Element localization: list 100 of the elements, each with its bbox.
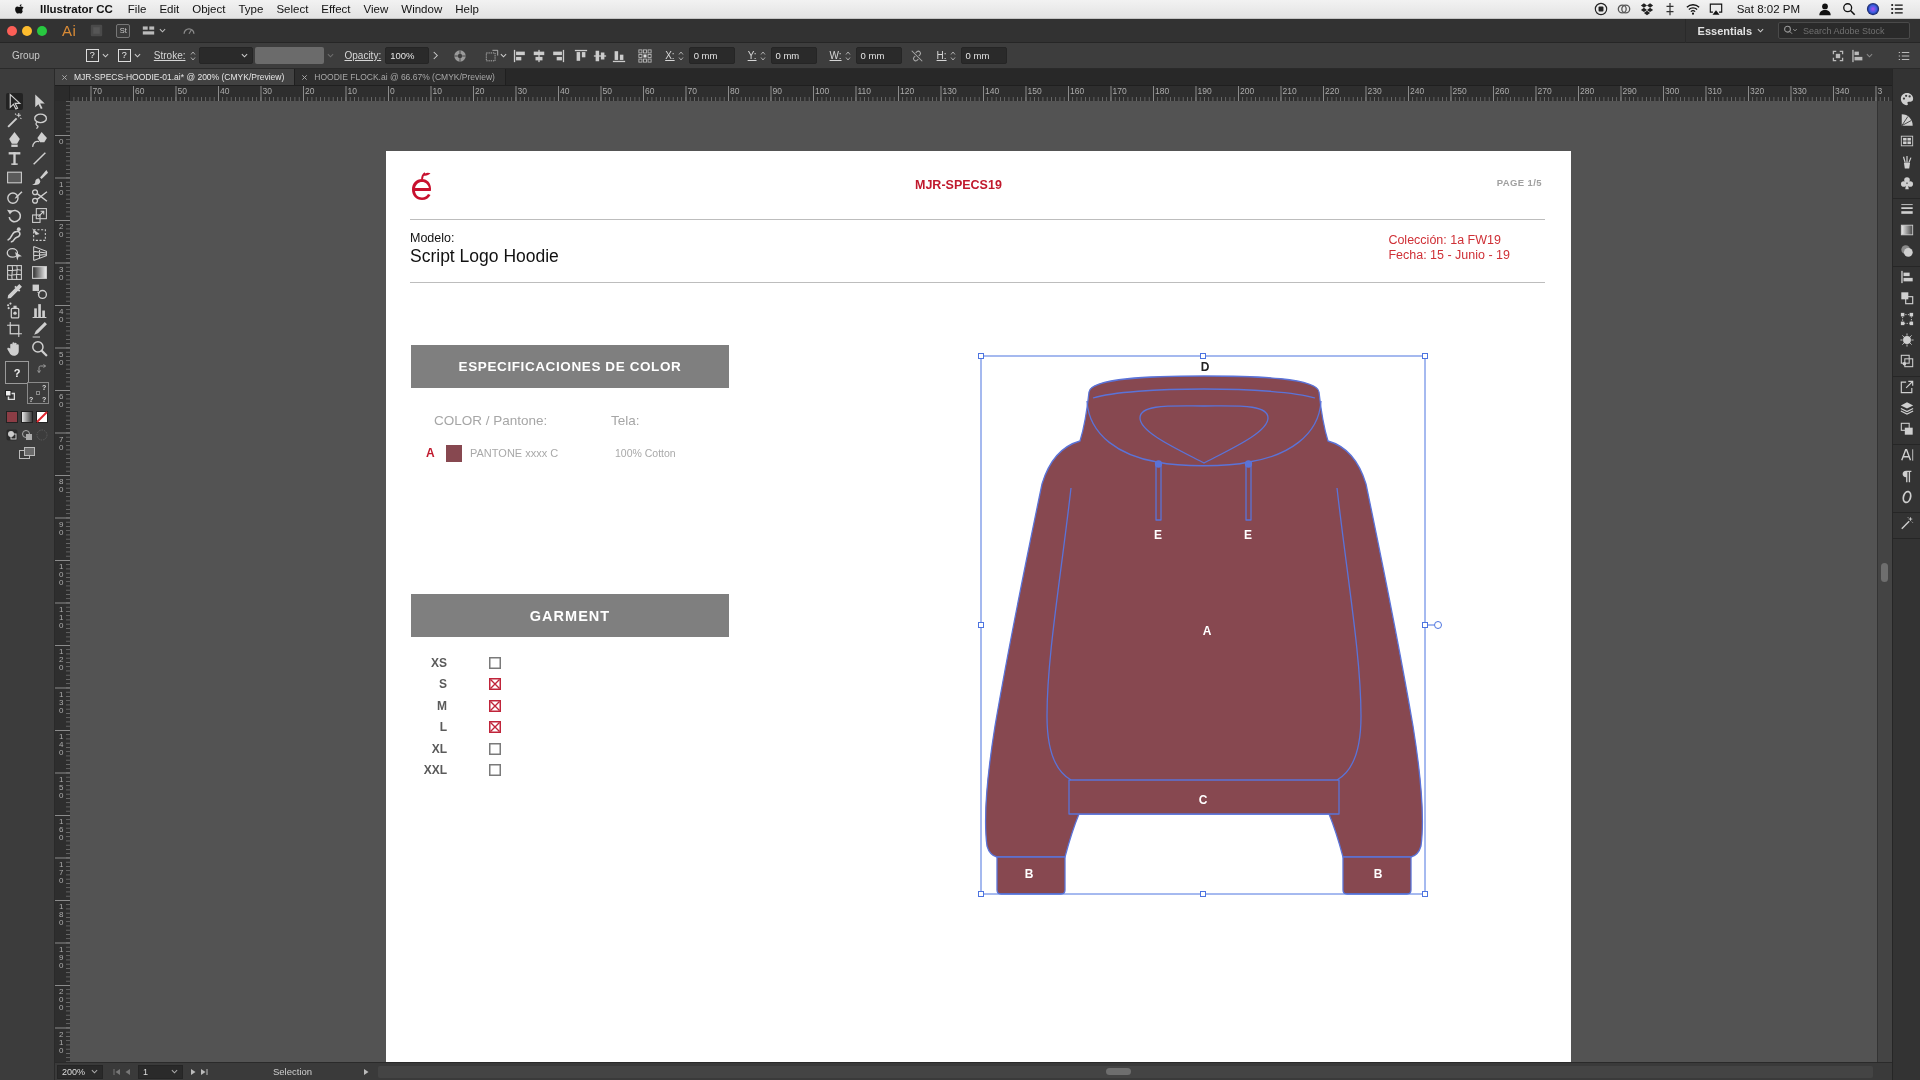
user-icon[interactable] [1818, 2, 1832, 16]
gradient-square-icon[interactable] [31, 264, 48, 281]
transform-field[interactable]: 0 mm [770, 47, 817, 64]
stroke-swatch-button[interactable]: ? [117, 49, 131, 62]
club-icon[interactable] [1899, 176, 1914, 190]
clock[interactable]: Sat 8:02 PM [1736, 3, 1800, 15]
rotate-icon[interactable] [6, 207, 23, 224]
swatches-grid-icon[interactable] [1899, 134, 1914, 148]
screen-triangle-icon[interactable] [1708, 2, 1723, 16]
caret-icon[interactable] [91, 1068, 98, 1075]
spinner-arrows-icon[interactable] [677, 49, 684, 62]
align-left-icon[interactable] [513, 48, 528, 63]
menu-item[interactable]: Object [192, 3, 226, 15]
apple-icon[interactable] [14, 2, 26, 16]
size-checkbox[interactable] [489, 699, 501, 712]
horizontal-scrollbar[interactable] [378, 1065, 1873, 1078]
overlapping-circles-icon[interactable] [1899, 244, 1914, 258]
align-bottom-icon[interactable] [612, 48, 627, 63]
menu-item[interactable]: Type [238, 3, 264, 15]
spinner-arrows-icon[interactable] [190, 49, 197, 62]
type-tool-icon[interactable] [6, 150, 23, 167]
eyedropper-icon[interactable] [6, 283, 23, 300]
scale-icon[interactable] [31, 207, 48, 224]
chain-link-icon[interactable] [909, 48, 924, 63]
pen-nib-icon[interactable] [6, 131, 23, 148]
color-wheel-icon[interactable] [453, 48, 468, 63]
caret-icon[interactable] [159, 27, 167, 34]
artboard-icon[interactable] [6, 321, 23, 338]
draw-normal-icon[interactable] [6, 429, 18, 441]
rectangle-tool-icon[interactable] [6, 169, 23, 186]
menu-item[interactable]: Select [276, 3, 309, 15]
menu-item[interactable]: File [127, 3, 147, 15]
size-checkbox[interactable] [489, 742, 501, 755]
scrollbar-thumb[interactable] [1881, 563, 1888, 582]
wifi-icon[interactable] [1685, 2, 1700, 16]
transform-label-link[interactable]: W: [829, 50, 842, 61]
reference-point-grid-icon[interactable] [638, 48, 653, 63]
triangle-left-icon[interactable] [124, 1067, 132, 1076]
character-icon[interactable] [1899, 448, 1914, 462]
export-icon[interactable] [1899, 380, 1914, 394]
bar-graph-icon[interactable] [31, 302, 48, 319]
lasso-icon[interactable] [31, 112, 48, 129]
curvature-pen-icon[interactable] [31, 131, 48, 148]
pathfinder-squares-icon[interactable] [1899, 291, 1914, 305]
layout-grid-icon[interactable] [141, 24, 157, 37]
perspective-grid-icon[interactable] [31, 245, 48, 262]
spinner-arrows-icon[interactable] [844, 49, 851, 62]
vertical-scrollbar[interactable] [1877, 101, 1892, 1062]
artboard-number-dropdown[interactable]: 1 [138, 1064, 183, 1079]
menu-item[interactable]: Edit [159, 3, 180, 15]
tab-title[interactable]: MJR-SPECS-HOODIE-01.ai* @ 200% (CMYK/Preview) [74, 72, 285, 82]
search-icon[interactable] [1842, 2, 1856, 16]
zoom-level-dropdown[interactable]: 200% [57, 1064, 103, 1079]
palette-icon[interactable] [1899, 92, 1914, 106]
linked-rings-icon[interactable] [1616, 2, 1631, 16]
align-middle-icon[interactable] [593, 48, 608, 63]
shaper-icon[interactable] [6, 188, 23, 205]
close-icon[interactable] [61, 73, 68, 81]
record-icon[interactable] [1593, 2, 1608, 16]
size-checkbox[interactable] [489, 656, 501, 669]
spinner-arrows-icon[interactable] [949, 49, 956, 62]
align-top-icon[interactable] [574, 48, 589, 63]
align-center-icon[interactable] [532, 48, 547, 63]
align-left-icon[interactable] [1899, 270, 1914, 284]
draw-behind-icon[interactable] [21, 429, 33, 441]
colored-orb-icon[interactable] [1866, 2, 1880, 16]
zoom-icon[interactable] [31, 340, 48, 357]
transform-field[interactable]: 0 mm [960, 47, 1007, 64]
magic-wand-icon[interactable] [6, 112, 23, 129]
default-colors-icon[interactable] [5, 390, 15, 400]
fill-swatch-button[interactable]: ? [5, 361, 29, 384]
screen-mode-icon[interactable] [19, 447, 35, 459]
chevron-right-icon[interactable] [432, 51, 440, 60]
workspace-switcher[interactable]: Essentials [1684, 18, 1752, 43]
open-box-icon[interactable] [1639, 2, 1654, 16]
size-checkbox[interactable] [489, 678, 501, 691]
transform-label-link[interactable]: H: [936, 50, 947, 61]
transform-label-link[interactable]: Y: [747, 50, 757, 61]
document-tab[interactable]: MJR-SPECS-HOODIE-01.ai* @ 200% (CMYK/Preview) [55, 69, 296, 85]
transform-field[interactable]: 0 mm [855, 47, 902, 64]
fill-swatch-button[interactable]: ? [85, 49, 99, 62]
sparkle-wand-icon[interactable] [1899, 516, 1914, 530]
gradient-square-icon[interactable] [1899, 223, 1914, 237]
document-tab[interactable]: HOODIE FLOCK.ai @ 66.67% (CMYK/Preview) [295, 69, 506, 85]
align-right-icon[interactable] [551, 48, 566, 63]
line-segment-icon[interactable] [31, 150, 48, 167]
shape-builder-icon[interactable] [6, 245, 23, 262]
dashed-box-icon[interactable] [485, 48, 500, 63]
opacity-label-link[interactable]: Opacity: [344, 50, 382, 61]
transform-field[interactable]: 0 mm [688, 47, 735, 64]
stock-search-field[interactable]: Search Adobe Stock [1778, 22, 1910, 39]
spinner-arrows-icon[interactable] [759, 49, 766, 62]
menu-item[interactable]: Help [455, 3, 479, 15]
swap-arrow-icon[interactable] [37, 364, 47, 374]
sunburst-icon[interactable] [1899, 333, 1914, 347]
puppet-warp-icon[interactable] [6, 226, 23, 243]
bullet-list-icon[interactable] [1890, 2, 1904, 16]
align-panel-icon[interactable] [1851, 48, 1865, 63]
none-mode-icon[interactable] [36, 411, 48, 423]
close-icon[interactable] [301, 73, 309, 81]
